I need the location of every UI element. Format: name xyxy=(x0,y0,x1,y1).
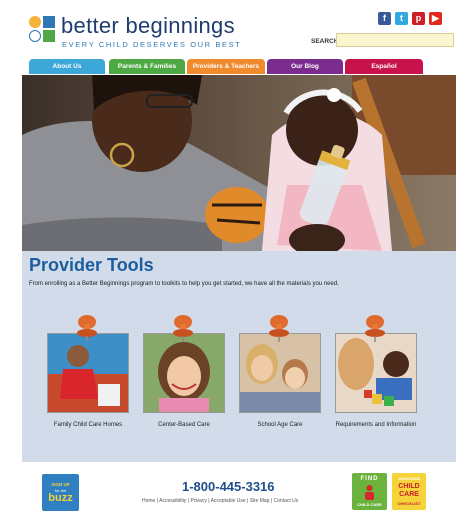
choose-line3: CARE xyxy=(399,491,419,498)
tile-school-age-care[interactable]: School Age Care xyxy=(239,315,321,430)
tile-photo xyxy=(335,333,417,413)
search-input[interactable] xyxy=(336,33,454,47)
find-child-care-button[interactable]: FIND CHILD CARE xyxy=(352,473,387,510)
tab-providers-teachers[interactable]: Providers & Teachers xyxy=(187,59,265,74)
facebook-icon[interactable]: f xyxy=(378,12,391,25)
social-links: f t p ▶ xyxy=(378,12,442,25)
tile-caption: Requirements and Information xyxy=(335,422,417,428)
smiling-girl-image xyxy=(144,334,224,412)
page-title: Provider Tools xyxy=(29,255,154,275)
pushpin-icon xyxy=(269,315,289,342)
find-line1: FIND xyxy=(360,476,379,482)
pushpin-icon xyxy=(173,315,193,342)
tab-parents-families[interactable]: Parents & Families xyxy=(109,59,185,74)
twitter-icon[interactable]: t xyxy=(395,12,408,25)
intro-text: From enrolling as a Better Beginnings pr… xyxy=(29,281,339,287)
tab-label: Español xyxy=(371,63,397,70)
choose-line1: CHOOSING xyxy=(398,476,420,481)
phone-number[interactable]: 1-800-445-3316 xyxy=(182,479,275,494)
tab-our-blog[interactable]: Our Blog xyxy=(267,59,343,74)
signup-buzz-button[interactable]: SIGN UP for the buzz xyxy=(42,474,79,511)
logo-tagline: EVERY CHILD DESERVES OUR BEST xyxy=(62,40,242,49)
pushpin-icon xyxy=(365,315,385,342)
site-logo[interactable]: better beginnings EVERY CHILD DESERVES O… xyxy=(29,12,240,52)
search-label: SEARCH xyxy=(311,38,339,45)
tab-label: About Us xyxy=(52,63,82,70)
youtube-icon[interactable]: ▶ xyxy=(429,12,442,25)
tile-family-child-care-homes[interactable]: Family Child Care Homes xyxy=(47,315,129,430)
tile-caption: Family Child Care Homes xyxy=(53,422,123,428)
choose-line4: CHECKLIST xyxy=(397,501,421,506)
child-playing-image xyxy=(48,334,128,412)
tile-photo xyxy=(239,333,321,413)
pinterest-icon[interactable]: p xyxy=(412,12,425,25)
logo-blocks-icon xyxy=(29,16,55,46)
tile-caption: School Age Care xyxy=(257,422,303,428)
tab-label: Our Blog xyxy=(291,63,319,70)
tab-about-us[interactable]: About Us xyxy=(29,59,105,74)
tab-label: Parents & Families xyxy=(117,63,177,70)
tile-photo xyxy=(143,333,225,413)
tile-photo xyxy=(47,333,129,413)
main-nav: About Us Parents & Families Providers & … xyxy=(29,59,449,74)
tab-espanol[interactable]: Español xyxy=(345,59,423,74)
pushpin-icon xyxy=(77,315,97,342)
people-icon xyxy=(365,485,374,500)
logo-name: better beginnings xyxy=(61,13,235,38)
tile-center-based-care[interactable]: Center-Based Care xyxy=(143,315,225,430)
hero-image xyxy=(22,75,456,251)
choose-line2: CHILD xyxy=(398,483,420,490)
buzz-line3: buzz xyxy=(48,491,73,504)
child-with-blocks-image xyxy=(336,334,416,412)
page: better beginnings EVERY CHILD DESERVES O… xyxy=(22,5,456,511)
choosing-child-care-checklist-button[interactable]: CHOOSING CHILD CARE CHECKLIST xyxy=(392,473,426,510)
tile-caption: Center-Based Care xyxy=(158,422,210,428)
footer-links[interactable]: Home | Accessibility | Privacy | Accepta… xyxy=(142,498,298,504)
find-line2: CHILD CARE xyxy=(357,502,382,507)
footer: SIGN UP for the buzz 1-800-445-3316 Home… xyxy=(22,462,456,511)
tile-requirements-information[interactable]: Requirements and Information xyxy=(335,315,417,430)
hero-photo xyxy=(22,75,456,251)
provider-tools-panel: Provider Tools From enrolling as a Bette… xyxy=(22,251,456,462)
tab-label: Providers & Teachers xyxy=(192,63,260,70)
teacher-with-children-image xyxy=(240,334,320,412)
